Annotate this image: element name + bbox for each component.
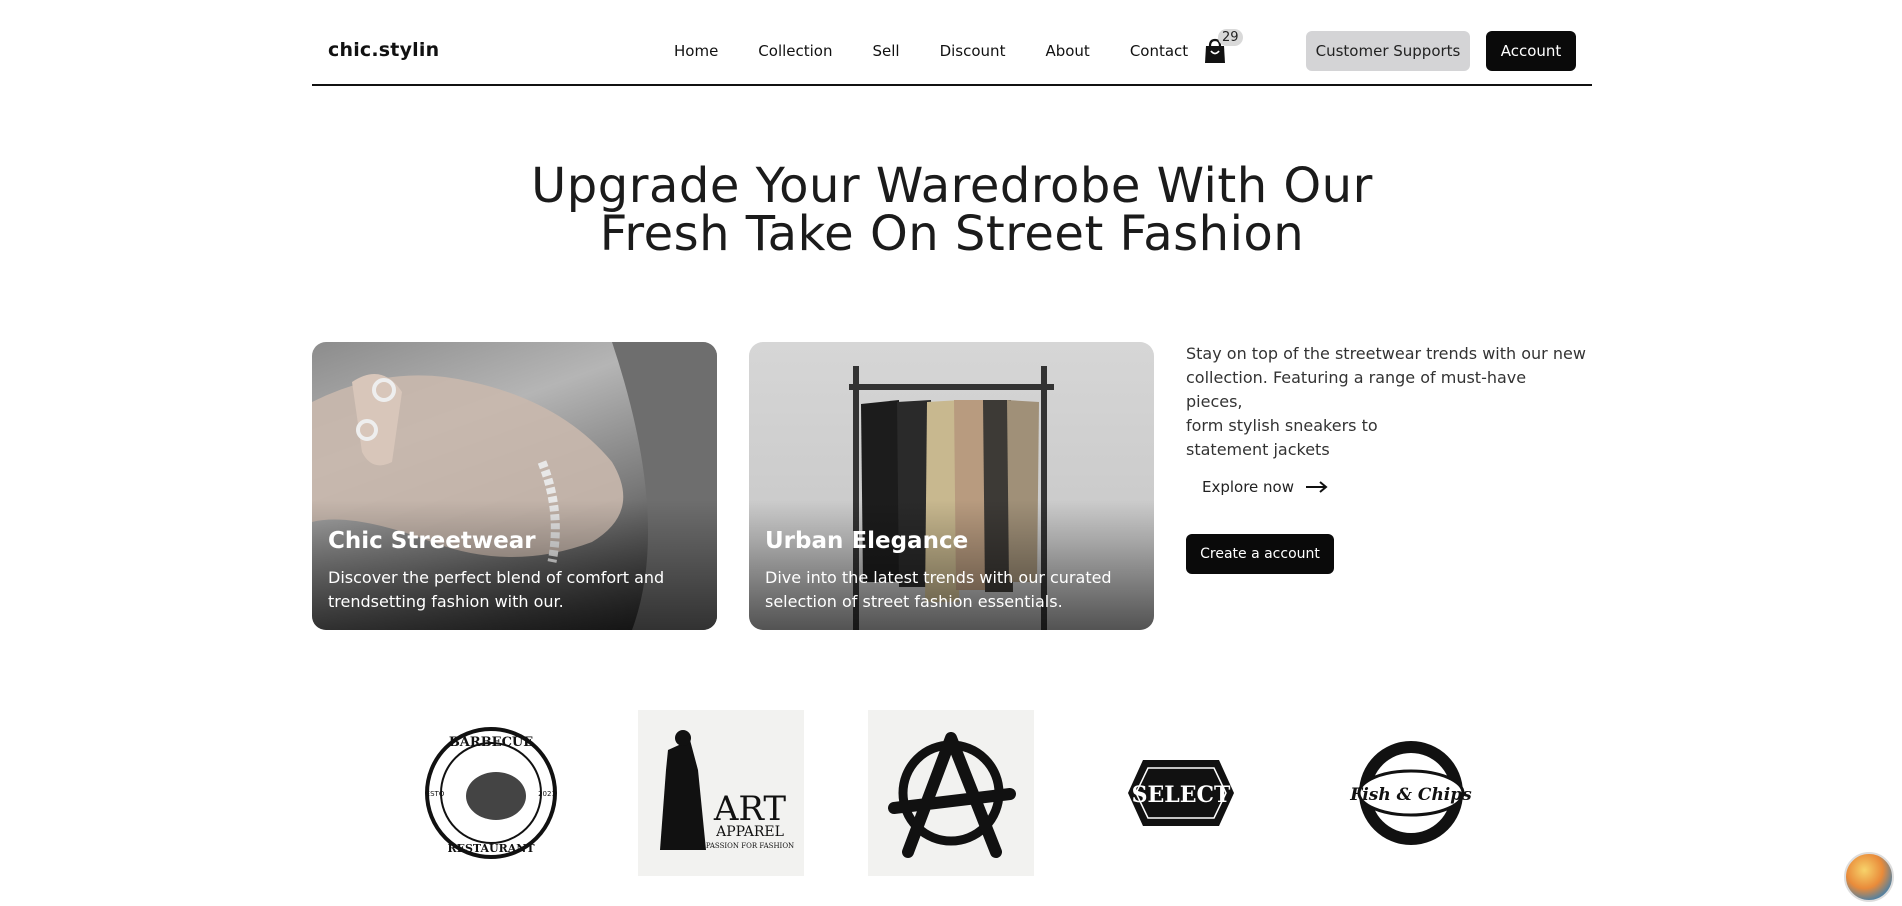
arrow-right-icon (1306, 481, 1328, 493)
create-account-button[interactable]: Create a account (1186, 534, 1334, 574)
customer-support-button[interactable]: Customer Supports (1306, 31, 1470, 71)
card-urban-elegance[interactable]: Urban Elegance Dive into the latest tren… (749, 342, 1154, 630)
logo-main-text: ART (713, 789, 787, 829)
nav-contact[interactable]: Contact (1130, 42, 1188, 60)
art-apparel-logo: ART APPAREL PASSION FOR FASHION (638, 710, 804, 876)
nav-collection[interactable]: Collection (758, 42, 832, 60)
explore-now-label: Explore now (1202, 478, 1295, 496)
logo-text-left: ESTO (426, 790, 445, 798)
card-description: Dive into the latest trends with our cur… (765, 568, 1112, 611)
nav-about[interactable]: About (1045, 42, 1089, 60)
hero-line-2: Fresh Take On Street Fashion (599, 206, 1305, 262)
explore-now-link[interactable]: Explore now (1202, 478, 1328, 496)
logo-text-bottom: RESTAURANT (447, 842, 535, 855)
blurb-line-2: collection. Featuring a range of must-ha… (1186, 368, 1527, 411)
card-chic-streetwear[interactable]: Chic Streetwear Discover the perfect ble… (312, 342, 717, 630)
blurb-line-3: form stylish sneakers to (1186, 416, 1378, 435)
logo-main-text: SELECT (1132, 782, 1231, 808)
logo-tag-text: PASSION FOR FASHION (706, 842, 794, 850)
select-logo: SELECT (1098, 710, 1264, 876)
cart-count-badge: 29 (1218, 29, 1243, 46)
nav-sell[interactable]: Sell (873, 42, 900, 60)
chat-widget-button[interactable] (1844, 852, 1894, 902)
site-header: chic.stylin Home Collection Sell Discoun… (312, 0, 1592, 86)
collection-blurb: Stay on top of the streetwear trends wit… (1186, 342, 1586, 462)
site-logo[interactable]: chic.stylin (328, 39, 439, 61)
anarchy-logo (868, 710, 1034, 876)
logo-text-right: 2021 (538, 790, 556, 798)
card-description: Discover the perfect blend of comfort an… (328, 568, 665, 611)
hero-line-1: Upgrade Your Waredrobe With Our (531, 158, 1373, 214)
logo-text-top: BARBECUE (449, 735, 533, 750)
nav-discount[interactable]: Discount (940, 42, 1006, 60)
main-nav: Home Collection Sell Discount About Cont… (674, 42, 1228, 60)
hero-heading: Upgrade Your Waredrobe With Our Fresh Ta… (312, 162, 1592, 258)
card-title: Chic Streetwear (328, 528, 536, 554)
card-title: Urban Elegance (765, 528, 969, 554)
nav-home[interactable]: Home (674, 42, 718, 60)
logo-main-text: Fish & Chips (1349, 785, 1472, 805)
logo-sub-text: APPAREL (715, 824, 784, 840)
barbecue-restaurant-logo: BARBECUE RESTAURANT ESTO 2021 (408, 710, 574, 876)
account-button[interactable]: Account (1486, 31, 1576, 71)
fish-chips-logo: Fish & Chips (1328, 710, 1494, 876)
blurb-line-1: Stay on top of the streetwear trends wit… (1186, 344, 1586, 363)
blurb-line-4: statement jackets (1186, 440, 1330, 459)
